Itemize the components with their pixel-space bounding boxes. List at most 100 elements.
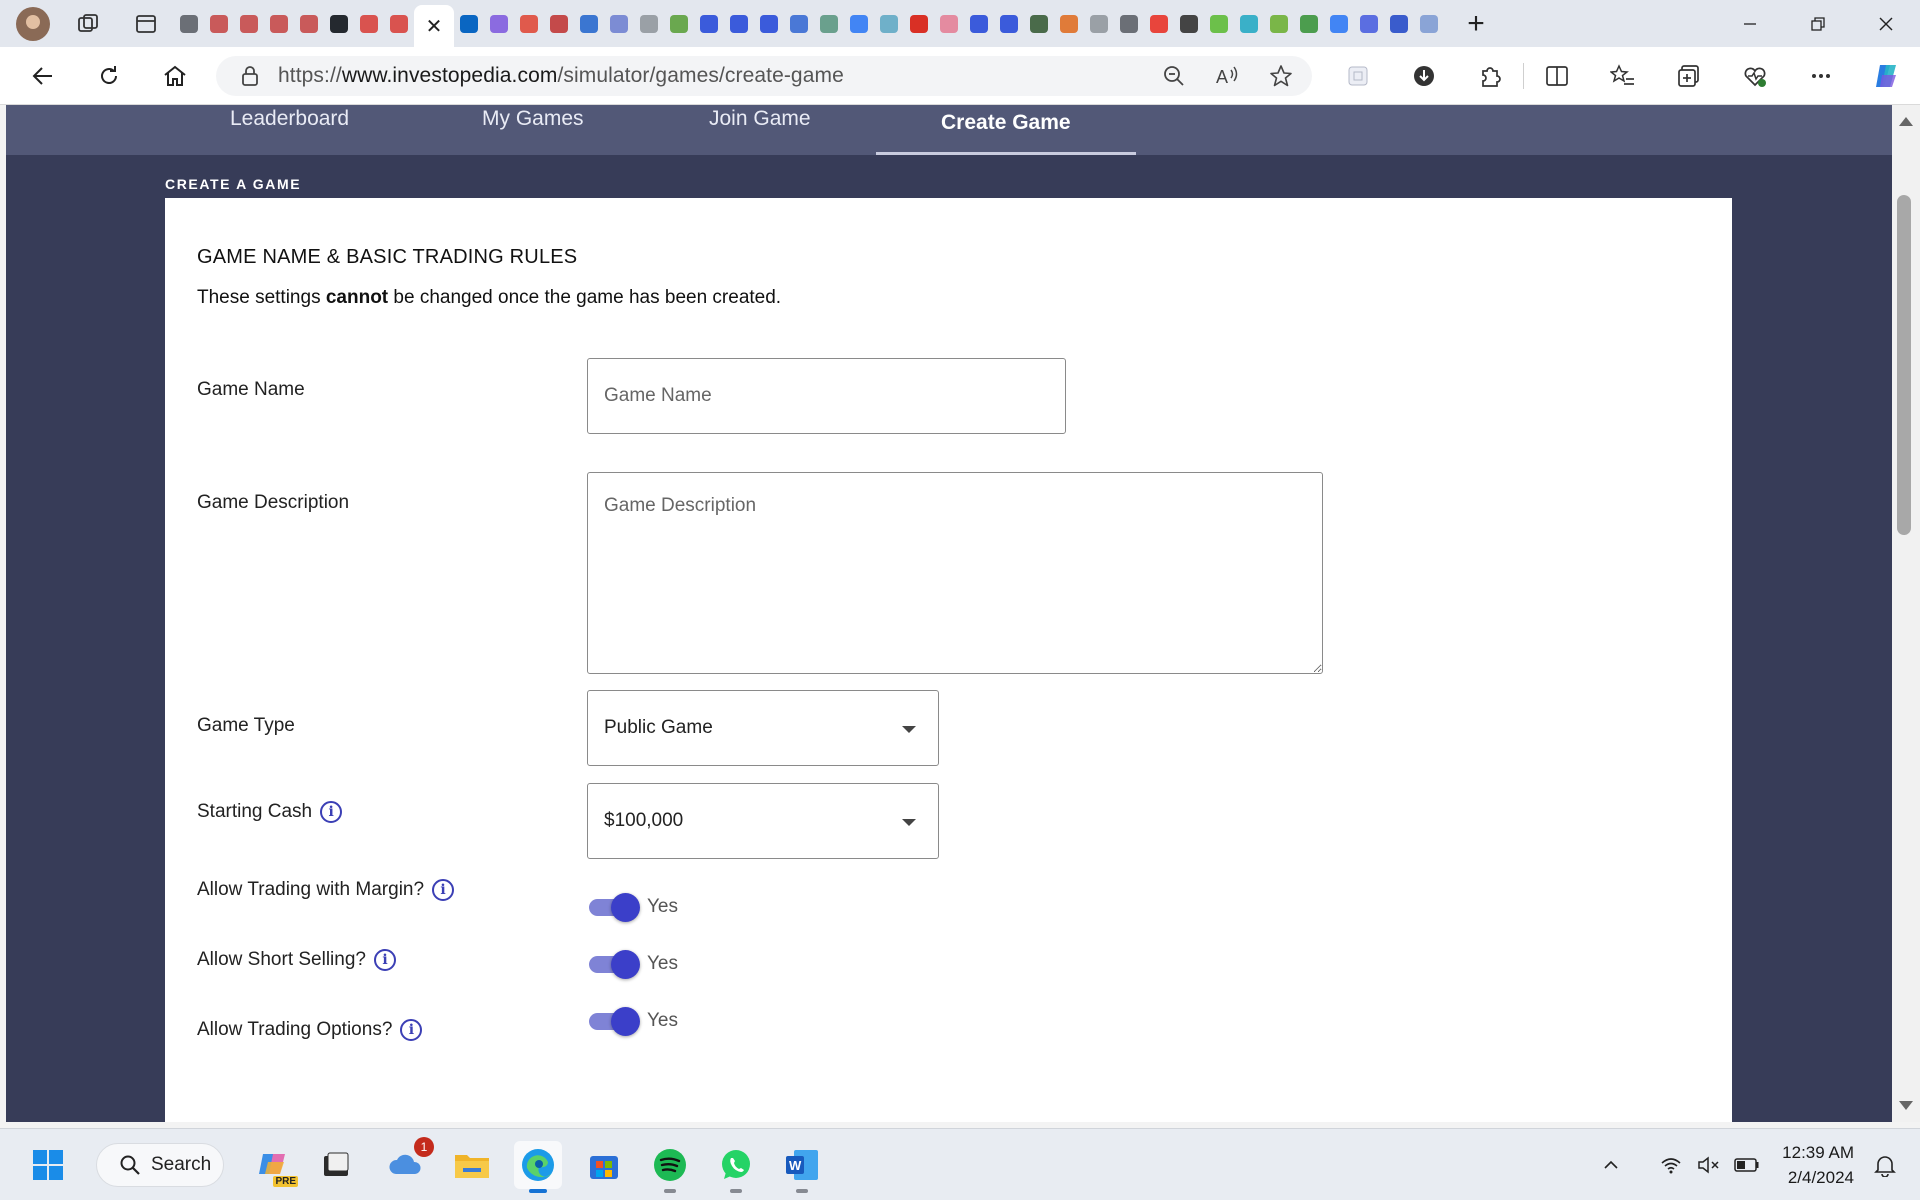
browser-tab[interactable] [324,4,354,44]
browser-tab[interactable] [724,4,754,44]
browser-tab[interactable] [1264,4,1294,44]
browser-tab[interactable] [204,4,234,44]
refresh-button[interactable] [86,53,132,99]
browser-tab[interactable] [264,4,294,44]
browser-tab[interactable] [1114,4,1144,44]
collections-icon[interactable] [1656,47,1722,105]
browser-tab[interactable] [1324,4,1354,44]
info-icon[interactable]: i [320,801,343,823]
clock[interactable]: 12:39 AM 2/4/2024 [1782,1140,1854,1190]
workspaces-icon[interactable] [68,4,108,44]
browser-tab[interactable] [1384,4,1414,44]
browser-tab[interactable] [1294,4,1324,44]
taskbar-app-terminal[interactable] [312,1141,360,1189]
browser-tab[interactable] [634,4,664,44]
browser-tab[interactable] [234,4,264,44]
browser-tab[interactable] [174,4,204,44]
start-button[interactable] [24,1141,72,1189]
download-icon[interactable] [1391,47,1457,105]
zoom-out-icon[interactable] [1162,64,1186,88]
scrollbar-thumb[interactable] [1897,195,1911,535]
browser-tab[interactable] [544,4,574,44]
short-selling-toggle[interactable] [587,950,640,979]
browser-tab[interactable] [294,4,324,44]
browser-tab[interactable] [454,4,484,44]
browser-tab[interactable] [934,4,964,44]
browser-tab[interactable] [754,4,784,44]
extensions-icon[interactable] [1457,47,1523,105]
copilot-preview-app[interactable]: PRE [252,1141,300,1189]
nav-join-game[interactable]: Join Game [709,105,811,155]
browser-tab[interactable] [1414,4,1444,44]
vertical-tabs-icon[interactable] [126,4,166,44]
nav-create-game[interactable]: Create Game [941,105,1071,155]
copilot-icon[interactable] [1854,47,1920,105]
favorite-star-icon[interactable] [1268,63,1294,89]
active-tab-close-button[interactable]: ✕ [414,5,454,47]
browser-essentials-icon[interactable] [1722,47,1788,105]
game-name-input[interactable] [587,358,1066,434]
browser-tab[interactable] [1084,4,1114,44]
browser-tab[interactable] [814,4,844,44]
browser-tab[interactable] [694,4,724,44]
taskbar-app-spotify[interactable] [646,1141,694,1193]
page-scrollbar[interactable] [1892,105,1920,1122]
game-description-textarea[interactable] [587,472,1323,674]
chevron-up-icon[interactable] [1594,1148,1628,1182]
browser-tab[interactable] [574,4,604,44]
taskbar-app-whatsapp[interactable] [712,1141,760,1193]
browser-tab[interactable] [604,4,634,44]
browser-tab[interactable] [1054,4,1084,44]
starting-cash-select[interactable]: $100,000 [587,783,939,859]
home-button[interactable] [152,53,198,99]
taskbar-app-word[interactable]: W [778,1141,826,1193]
restore-icon[interactable] [1784,0,1852,47]
browser-tab[interactable] [354,4,384,44]
minimize-icon[interactable] [1716,0,1784,47]
info-icon[interactable]: i [432,879,455,901]
browser-tab[interactable] [664,4,694,44]
browser-tab[interactable] [1024,4,1054,44]
taskbar-app-edge[interactable] [514,1141,562,1193]
taskbar-app-onedrive[interactable]: 1 [382,1137,434,1189]
browser-tab[interactable] [1354,4,1384,44]
browser-tab[interactable] [1204,4,1234,44]
new-tab-button[interactable]: + [1456,4,1496,44]
collections-extension-icon[interactable] [1325,47,1391,105]
scroll-up-arrow-icon[interactable] [1899,117,1913,126]
lock-icon[interactable] [230,65,270,87]
nav-my-games[interactable]: My Games [482,105,584,155]
browser-tab[interactable] [994,4,1024,44]
browser-tab[interactable] [384,4,414,44]
profile-avatar[interactable] [16,6,50,41]
browser-tab[interactable] [844,4,874,44]
volume-muted-icon[interactable] [1692,1148,1726,1182]
browser-tab[interactable] [1234,4,1264,44]
info-icon[interactable]: i [400,1019,423,1041]
game-type-select[interactable]: Public Game [587,690,939,766]
taskbar-search[interactable]: Search [96,1143,224,1187]
margin-toggle[interactable] [587,893,640,922]
battery-icon[interactable] [1730,1148,1764,1182]
scroll-down-arrow-icon[interactable] [1899,1101,1913,1110]
browser-tab[interactable] [784,4,814,44]
split-screen-icon[interactable] [1524,47,1590,105]
close-window-icon[interactable] [1852,0,1920,47]
browser-tab[interactable] [904,4,934,44]
browser-tab[interactable] [874,4,904,44]
notifications-bell-icon[interactable] [1868,1148,1902,1182]
browser-tab[interactable] [484,4,514,44]
address-bar[interactable]: https://www.investopedia.com/simulator/g… [216,56,1312,96]
back-button[interactable] [20,53,66,99]
favorites-list-icon[interactable] [1590,47,1656,105]
browser-tab[interactable] [1144,4,1174,44]
browser-tab[interactable] [964,4,994,44]
info-icon[interactable]: i [373,949,396,971]
taskbar-app-file-explorer[interactable] [448,1141,496,1189]
more-menu-icon[interactable] [1788,47,1854,105]
browser-tab[interactable] [514,4,544,44]
read-aloud-icon[interactable]: A [1214,64,1240,88]
url-text[interactable]: https://www.investopedia.com/simulator/g… [278,64,844,88]
taskbar-app-store[interactable] [580,1141,628,1189]
browser-tab[interactable] [1174,4,1204,44]
